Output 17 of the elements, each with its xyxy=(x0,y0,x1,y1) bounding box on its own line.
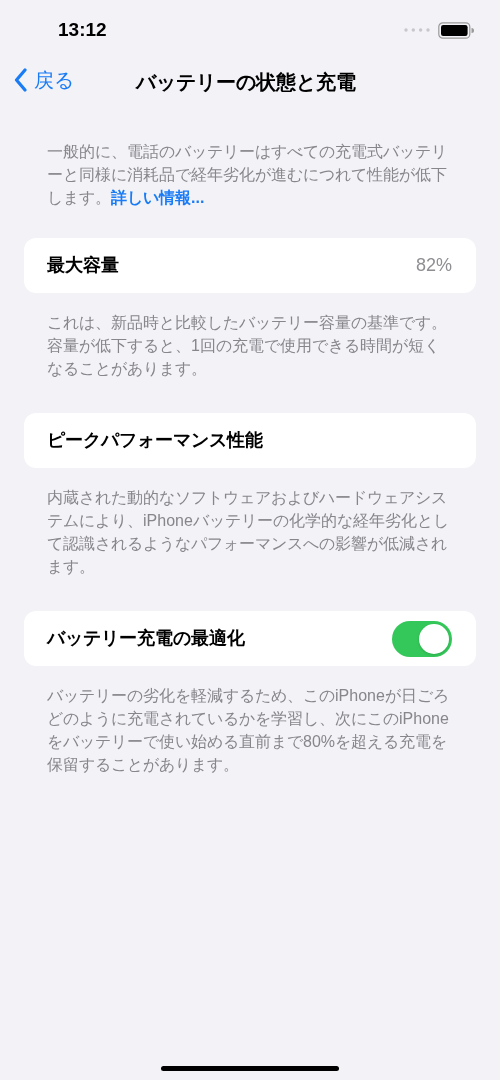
back-button[interactable]: 戻る xyxy=(0,65,74,95)
row-label: 最大容量 xyxy=(47,254,119,277)
section-footer: これは、新品時と比較したバッテリー容量の基準です。容量が低下すると、1回の充電で使用できる時間が短くなることがあります。 xyxy=(0,311,500,380)
settings-row[interactable]: バッテリー充電の最適化 xyxy=(24,611,476,666)
more-info-link[interactable]: 詳しい情報... xyxy=(111,189,205,206)
page-title: バッテリーの状態と充電 xyxy=(136,70,356,95)
row-label: ピークパフォーマンス性能 xyxy=(47,429,263,452)
section-footer: バッテリーの劣化を軽減するため、このiPhoneが日ごろどのように充電されているかを学習し、次にこのiPhoneをバッテリーで使い始める直前まで80%を超える充電を保留することがあります。 xyxy=(0,684,500,776)
battery-icon xyxy=(438,21,474,39)
row-label: バッテリー充電の最適化 xyxy=(47,627,245,650)
signal-icon xyxy=(404,28,430,32)
intro-paragraph: 一般的に、電話のバッテリーはすべての充電式バッテリーと同様に消耗品で経年劣化が進むにつれて性能が低下します。詳しい情報... xyxy=(46,142,448,208)
toggle-switch[interactable] xyxy=(392,620,452,657)
row-value: 82% xyxy=(415,254,452,277)
chevron-left-icon xyxy=(14,68,28,92)
status-time: 13:12 xyxy=(58,17,107,42)
section-footer: 内蔵された動的なソフトウェアおよびハードウェアシステムにより、iPhoneバッテリーの化学的な経年劣化として認識されるようなパフォーマンスへの影響が低減されます。 xyxy=(0,486,500,578)
